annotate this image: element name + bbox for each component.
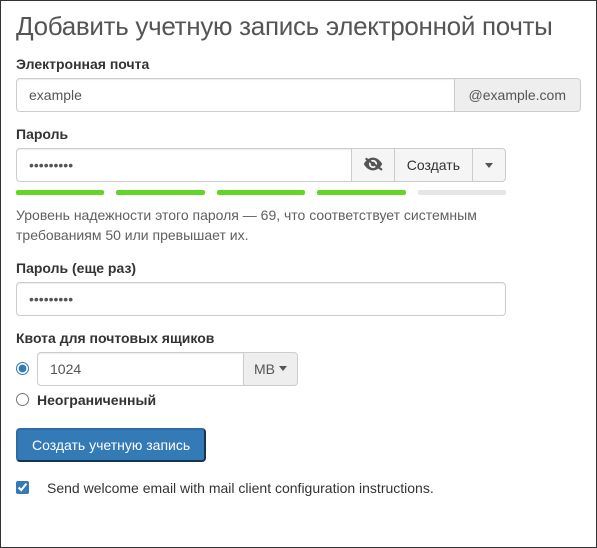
quota-input-wrap: MB [37, 352, 232, 386]
password-strength-meter [16, 190, 506, 195]
email-input[interactable] [16, 78, 455, 112]
email-domain-addon: @example.com [455, 78, 581, 112]
eye-off-icon [362, 153, 384, 178]
quota-group: Квота для почтовых ящиков MB Неограничен… [16, 330, 581, 408]
caret-down-icon [485, 163, 493, 168]
generate-password-options-button[interactable] [472, 148, 506, 182]
strength-segment [418, 190, 506, 195]
quota-value-radio[interactable] [16, 362, 29, 375]
quota-label: Квота для почтовых ящиков [16, 330, 581, 346]
quota-value-input[interactable] [37, 352, 244, 386]
quota-unit-label: MB [254, 361, 275, 377]
strength-segment [217, 190, 305, 195]
password-row: Создать [16, 148, 506, 182]
email-input-group: @example.com [16, 78, 581, 112]
caret-down-icon [279, 366, 287, 371]
welcome-email-checkbox[interactable] [16, 481, 29, 494]
quota-unlimited-label[interactable]: Неограниченный [37, 392, 156, 408]
password-strength-help: Уровень надежности этого пароля — 69, чт… [16, 205, 506, 246]
password-confirm-label: Пароль (еще раз) [16, 260, 581, 276]
email-group: Электронная почта @example.com [16, 56, 581, 112]
page-title: Добавить учетную запись электронной почт… [16, 11, 581, 42]
generate-password-button[interactable]: Создать [394, 148, 473, 182]
email-label: Электронная почта [16, 56, 581, 72]
add-email-account-panel: Добавить учетную запись электронной почт… [0, 0, 597, 548]
welcome-email-label: Send welcome email with mail client conf… [47, 480, 434, 496]
password-label: Пароль [16, 126, 581, 142]
strength-segment [317, 190, 405, 195]
password-confirm-group: Пароль (еще раз) [16, 260, 581, 316]
strength-segment [16, 190, 104, 195]
strength-segment [116, 190, 204, 195]
create-account-button[interactable]: Создать учетную запись [16, 428, 206, 462]
password-confirm-input[interactable] [16, 282, 506, 316]
quota-unlimited-row: Неограниченный [16, 392, 581, 408]
quota-value-row: MB [16, 352, 581, 386]
quota-unit-dropdown[interactable]: MB [244, 352, 298, 386]
quota-unlimited-radio[interactable] [16, 393, 29, 406]
password-input[interactable] [16, 148, 352, 182]
password-group: Пароль Создать Уровень на [16, 126, 581, 246]
toggle-password-visibility-button[interactable] [351, 148, 395, 182]
welcome-email-row: Send welcome email with mail client conf… [16, 480, 581, 496]
